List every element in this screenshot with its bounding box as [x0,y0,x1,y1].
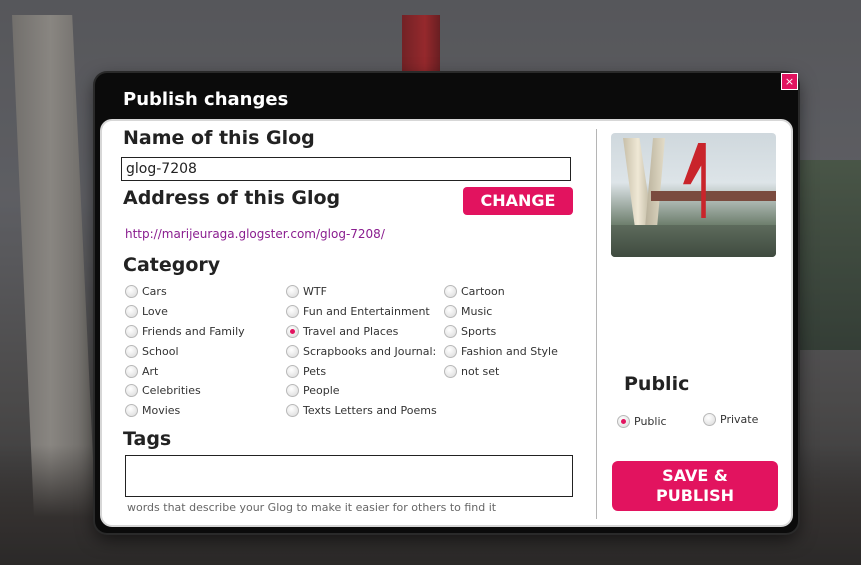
radio-icon [286,384,299,398]
radio-checked-icon [617,415,630,428]
category-option[interactable]: Cartoon [444,282,584,302]
category-option[interactable]: Celebrities [125,381,285,401]
thumb-water [611,225,776,257]
radio-checked-icon [286,324,299,338]
glog-name-input[interactable] [121,157,571,181]
dialog-body: Name of this Glog Address of this Glog C… [100,119,793,527]
category-option[interactable]: Fashion and Style [444,341,584,361]
category-heading: Category [123,254,221,276]
radio-icon [125,364,138,378]
address-heading: Address of this Glog [123,187,341,209]
radio-icon [125,324,138,338]
category-option[interactable]: Music [444,302,584,322]
category-option[interactable]: Art [125,361,285,381]
save-publish-button[interactable]: SAVE & PUBLISH [612,461,778,511]
change-address-button[interactable]: CHANGE [463,187,573,215]
category-option-selected[interactable]: Travel and Places [286,322,442,342]
radio-icon [286,364,299,378]
thumb-tower-2 [645,138,665,228]
thumb-bridge [651,191,776,201]
radio-icon [286,344,299,358]
category-option[interactable]: Cars [125,282,285,302]
category-option[interactable]: Scrapbooks and Journal: [286,341,442,361]
category-option[interactable]: Texts Letters and Poems [286,401,442,421]
radio-icon [125,404,138,418]
radio-icon [444,324,457,338]
save-line-2: PUBLISH [656,486,734,505]
visibility-heading: Public [624,373,690,395]
visibility-option-public[interactable]: Public [617,415,667,428]
radio-icon [125,384,138,398]
radio-icon [444,364,457,378]
close-icon: × [784,75,795,88]
tags-heading: Tags [123,428,172,450]
publish-dialog: Publish changes × Name of this Glog Addr… [95,73,798,533]
save-line-1: SAVE & [662,466,728,485]
category-option[interactable]: Love [125,302,285,322]
category-column-2: WTF Fun and Entertainment Travel and Pla… [286,282,442,421]
radio-icon [125,344,138,358]
radio-icon [286,305,299,319]
radio-icon [125,305,138,319]
category-column-3: Cartoon Music Sports Fashion and Style n… [444,282,584,381]
glog-address-link[interactable]: http://marijeuraga.glogster.com/glog-720… [125,227,385,241]
category-option[interactable]: Pets [286,361,442,381]
name-heading: Name of this Glog [123,127,315,149]
category-option[interactable]: Sports [444,322,584,342]
category-option[interactable]: Fun and Entertainment [286,302,442,322]
close-button[interactable]: × [781,73,798,90]
radio-icon [444,305,457,319]
tags-input[interactable] [125,455,573,497]
vertical-divider [596,129,597,519]
category-option[interactable]: not set [444,361,584,381]
category-option[interactable]: Friends and Family [125,322,285,342]
glog-thumbnail [611,133,776,257]
category-option[interactable]: Movies [125,401,285,421]
category-option[interactable]: People [286,381,442,401]
thumb-red-arch [683,143,706,218]
dialog-title: Publish changes [123,89,289,110]
category-option[interactable]: WTF [286,282,442,302]
radio-icon [444,344,457,358]
tags-hint: words that describe your Glog to make it… [127,501,497,514]
radio-icon [286,285,299,299]
radio-icon [703,413,716,426]
radio-icon [125,285,138,299]
category-column-1: Cars Love Friends and Family School Art … [125,282,285,421]
radio-icon [286,404,299,418]
radio-icon [444,285,457,299]
visibility-option-private[interactable]: Private [703,413,758,426]
category-option[interactable]: School [125,341,285,361]
